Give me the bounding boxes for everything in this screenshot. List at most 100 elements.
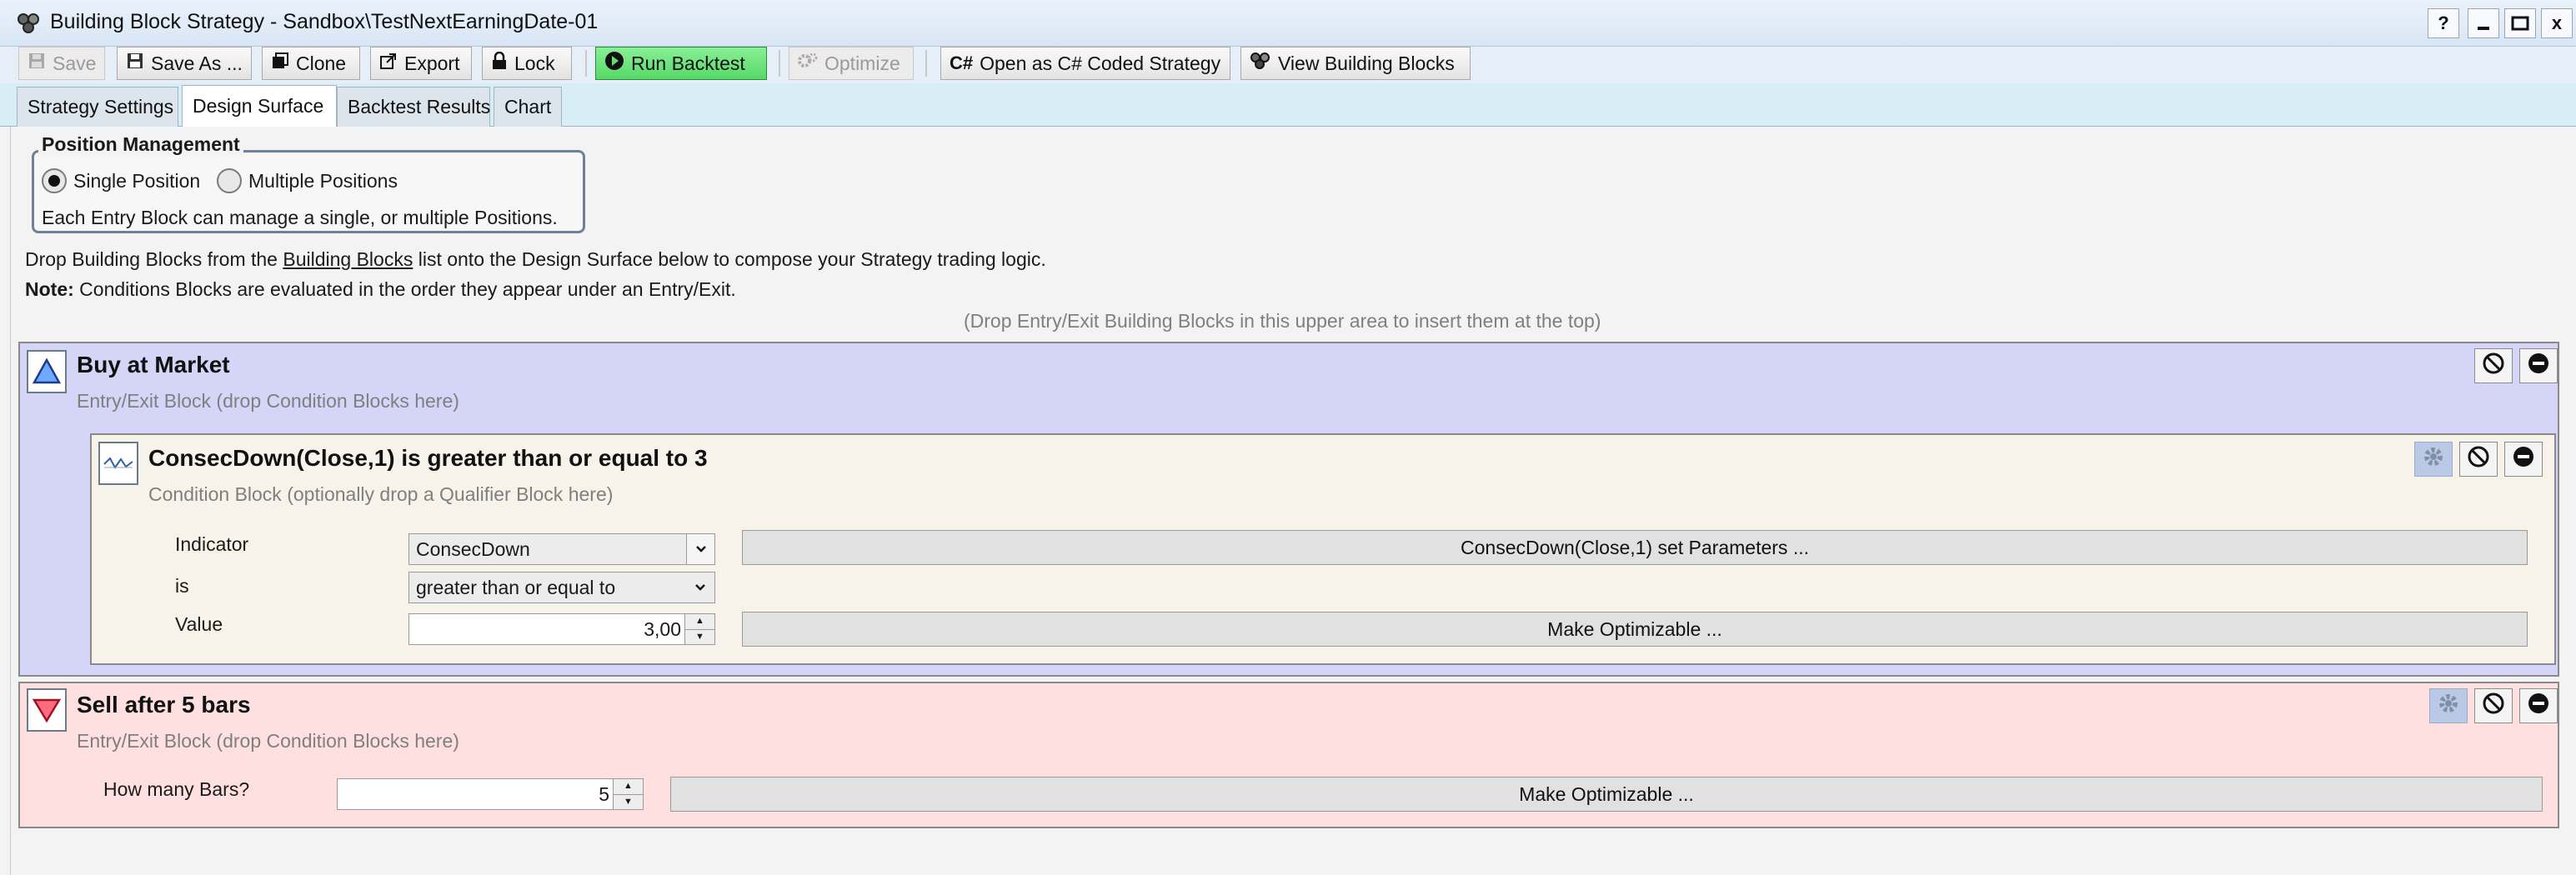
indicator-select[interactable]: ConsecDown bbox=[408, 533, 715, 565]
disable-icon bbox=[2482, 352, 2505, 380]
disable-block-button[interactable] bbox=[2474, 348, 2513, 383]
tab-backtest-results[interactable]: Backtest Results bbox=[337, 87, 490, 127]
entry-block-title: Buy at Market bbox=[77, 352, 230, 378]
lock-button[interactable]: Lock bbox=[482, 47, 572, 80]
entry-block-subtitle: Entry/Exit Block (drop Condition Blocks … bbox=[77, 390, 459, 412]
indicator-label: Indicator bbox=[175, 533, 249, 555]
note-label: Note: bbox=[25, 278, 74, 300]
view-building-blocks-button[interactable]: View Building Blocks bbox=[1240, 47, 1471, 80]
building-blocks-icon bbox=[15, 12, 45, 35]
floppy-icon bbox=[28, 52, 46, 75]
optimize-label: Optimize bbox=[824, 52, 900, 74]
exit-block-title: Sell after 5 bars bbox=[77, 692, 251, 718]
minimize-button[interactable] bbox=[2468, 8, 2499, 38]
disable-icon bbox=[2482, 692, 2505, 720]
value-input[interactable]: 3,00 ▲ ▼ bbox=[408, 613, 715, 645]
indicator-value: ConsecDown bbox=[416, 538, 530, 560]
remove-block-button[interactable] bbox=[2519, 688, 2558, 723]
window-title: Building Block Strategy - Sandbox\TestNe… bbox=[50, 10, 599, 33]
save-label: Save bbox=[53, 52, 97, 74]
instructions-prefix: Drop Building Blocks from the bbox=[25, 248, 278, 270]
set-parameters-button[interactable]: ConsecDown(Close,1) set Parameters ... bbox=[742, 530, 2528, 565]
position-management-description: Each Entry Block can manage a single, or… bbox=[42, 207, 558, 228]
close-button[interactable]: x bbox=[2541, 8, 2573, 38]
tab-strategy-settings[interactable]: Strategy Settings bbox=[17, 87, 178, 127]
disable-icon bbox=[2467, 445, 2490, 473]
open-csharp-button[interactable]: C# Open as C# Coded Strategy bbox=[940, 47, 1230, 80]
comparison-value: greater than or equal to bbox=[416, 576, 616, 598]
floppy-icon bbox=[126, 52, 144, 75]
lock-icon bbox=[491, 51, 508, 75]
gear-icon bbox=[2437, 692, 2460, 720]
lock-label: Lock bbox=[514, 52, 555, 74]
buy-triangle-icon bbox=[27, 350, 67, 393]
bars-value: 5 bbox=[599, 782, 609, 805]
drop-hint: (Drop Entry/Exit Building Blocks in this… bbox=[964, 310, 1601, 332]
remove-icon bbox=[2512, 445, 2535, 473]
maximize-button[interactable] bbox=[2504, 8, 2536, 38]
condition-subtitle: Condition Block (optionally drop a Quali… bbox=[148, 483, 614, 505]
view-building-blocks-label: View Building Blocks bbox=[1278, 52, 1455, 74]
export-label: Export bbox=[404, 52, 460, 74]
clone-icon bbox=[271, 52, 289, 75]
save-button[interactable]: Save bbox=[18, 47, 105, 80]
chevron-down-icon[interactable] bbox=[686, 534, 714, 564]
remove-condition-button[interactable] bbox=[2504, 442, 2543, 477]
save-as-label: Save As ... bbox=[151, 52, 243, 74]
sell-triangle-icon bbox=[27, 688, 67, 732]
play-icon bbox=[604, 51, 624, 76]
comparison-select[interactable]: greater than or equal to bbox=[408, 572, 715, 603]
value-text: 3,00 bbox=[644, 618, 681, 640]
bars-input[interactable]: 5 ▲ ▼ bbox=[337, 778, 644, 810]
instructions-line: Drop Building Blocks from the Building B… bbox=[25, 248, 1046, 271]
settings-button[interactable] bbox=[2429, 688, 2468, 723]
tab-chart[interactable]: Chart bbox=[494, 87, 562, 127]
run-backtest-button[interactable]: Run Backtest bbox=[595, 47, 767, 80]
note-text: Conditions Blocks are evaluated in the o… bbox=[79, 278, 736, 300]
value-spinner[interactable]: ▲ ▼ bbox=[684, 614, 714, 644]
run-backtest-label: Run Backtest bbox=[631, 52, 745, 74]
open-csharp-label: Open as C# Coded Strategy bbox=[980, 52, 1221, 74]
toolbar-separator bbox=[779, 50, 780, 77]
single-position-radio[interactable] bbox=[42, 168, 67, 193]
settings-button[interactable] bbox=[2414, 442, 2453, 477]
spin-up-icon[interactable]: ▲ bbox=[685, 614, 714, 629]
disable-block-button[interactable] bbox=[2474, 688, 2513, 723]
indicator-wave-icon bbox=[98, 442, 138, 485]
gears-icon bbox=[798, 52, 818, 75]
spin-down-icon[interactable]: ▼ bbox=[614, 793, 643, 810]
toolbar-separator bbox=[925, 50, 927, 77]
remove-icon bbox=[2527, 352, 2550, 380]
remove-icon bbox=[2527, 692, 2550, 720]
is-label: is bbox=[175, 575, 189, 597]
disable-condition-button[interactable] bbox=[2459, 442, 2498, 477]
spin-up-icon[interactable]: ▲ bbox=[614, 779, 643, 794]
multiple-positions-radio[interactable] bbox=[217, 168, 242, 193]
clone-button[interactable]: Clone bbox=[262, 47, 360, 80]
make-optimizable-button[interactable]: Make Optimizable ... bbox=[742, 612, 2528, 647]
position-management-title: Position Management bbox=[38, 133, 243, 156]
building-blocks-link[interactable]: Building Blocks bbox=[283, 248, 413, 270]
chevron-down-icon[interactable] bbox=[686, 572, 714, 602]
condition-title: ConsecDown(Close,1) is greater than or e… bbox=[148, 445, 708, 471]
help-button[interactable]: ? bbox=[2428, 8, 2459, 38]
optimize-button[interactable]: Optimize bbox=[789, 47, 914, 80]
toolbar-separator bbox=[585, 50, 587, 77]
tab-design-surface[interactable]: Design Surface bbox=[182, 85, 337, 127]
clone-label: Clone bbox=[296, 52, 347, 74]
note-line: Note: Conditions Blocks are evaluated in… bbox=[25, 278, 736, 301]
gear-icon bbox=[2422, 445, 2445, 473]
instructions-suffix: list onto the Design Surface below to co… bbox=[418, 248, 1046, 270]
bars-label: How many Bars? bbox=[103, 778, 250, 800]
building-blocks-icon bbox=[1250, 52, 1271, 75]
csharp-icon: C# bbox=[950, 52, 974, 73]
make-optimizable-button[interactable]: Make Optimizable ... bbox=[670, 777, 2543, 812]
value-label: Value bbox=[175, 613, 223, 635]
bars-spinner[interactable]: ▲ ▼ bbox=[613, 779, 643, 809]
export-button[interactable]: Export bbox=[370, 47, 472, 80]
exit-block-subtitle: Entry/Exit Block (drop Condition Blocks … bbox=[77, 730, 459, 752]
spin-down-icon[interactable]: ▼ bbox=[685, 628, 714, 645]
save-as-button[interactable]: Save As ... bbox=[117, 47, 252, 80]
export-icon bbox=[379, 52, 398, 75]
remove-block-button[interactable] bbox=[2519, 348, 2558, 383]
